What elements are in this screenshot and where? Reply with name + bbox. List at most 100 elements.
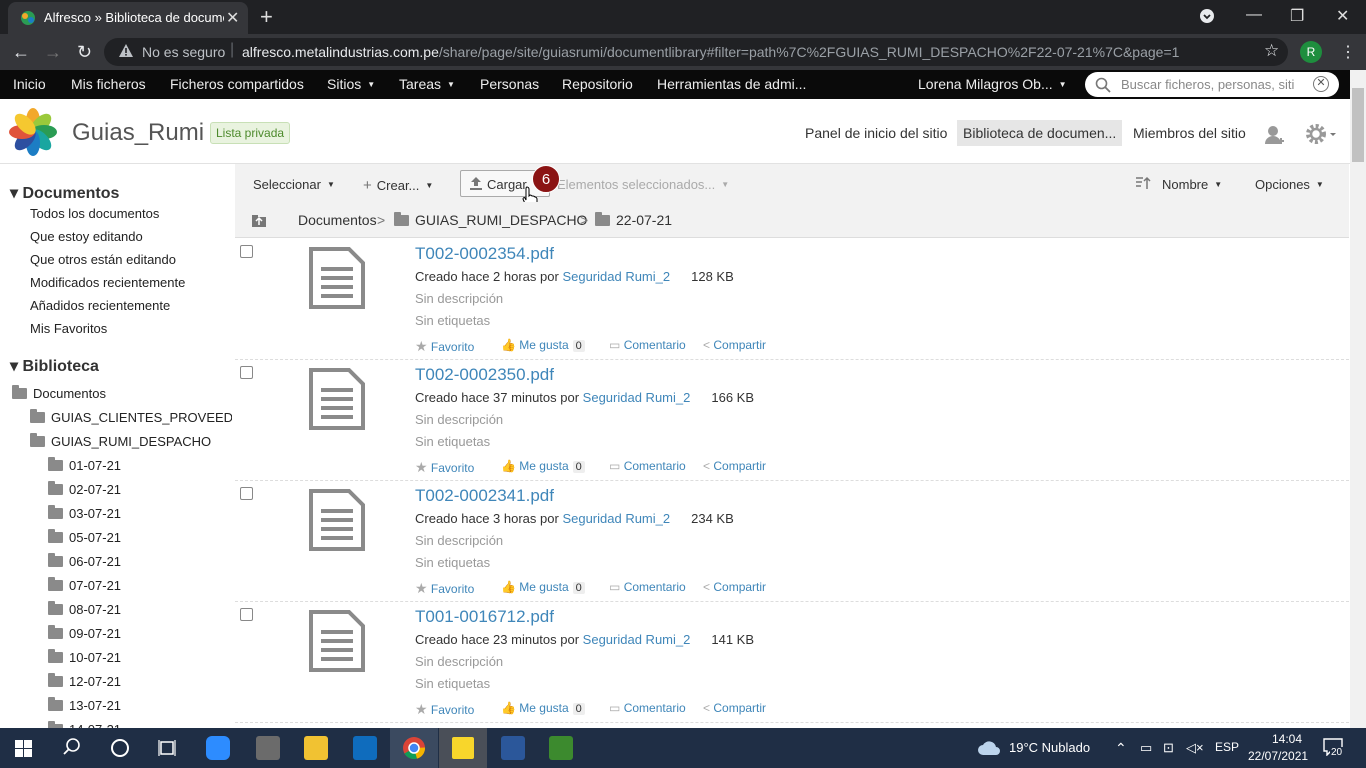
document-row[interactable]: T001-0016712.pdf Creado hace 23 minutos …: [235, 602, 1349, 723]
tree-folder[interactable]: 12-07-21: [48, 673, 121, 689]
folder-up-icon[interactable]: [251, 212, 267, 228]
restore-icon[interactable]: ❐: [1290, 6, 1304, 26]
reload-icon[interactable]: ↻: [77, 42, 92, 63]
documents-filter-header[interactable]: ▾ Documentos: [10, 183, 119, 203]
cortana-icon[interactable]: [110, 738, 130, 758]
create-menu[interactable]: + Crear... ▼: [363, 177, 433, 194]
tree-folder[interactable]: 08-07-21: [48, 601, 121, 617]
tree-folder[interactable]: GUIAS_RUMI_DESPACHO: [30, 433, 211, 449]
tree-folder[interactable]: 02-07-21: [48, 481, 121, 497]
row-checkbox[interactable]: [240, 487, 253, 500]
zoom-app-icon[interactable]: [206, 736, 230, 760]
volume-muted-icon[interactable]: ◁×: [1186, 740, 1204, 756]
nav-ficheros-compartidos[interactable]: Ficheros compartidos: [170, 76, 304, 92]
row-checkbox[interactable]: [240, 245, 253, 258]
word-icon[interactable]: [501, 736, 525, 760]
clear-search-icon[interactable]: ✕: [1313, 76, 1329, 92]
nav-repositorio[interactable]: Repositorio: [562, 76, 633, 92]
document-row[interactable]: T002-0002350.pdf Creado hace 37 minutos …: [235, 360, 1349, 481]
share-action[interactable]: < Compartir: [703, 338, 766, 352]
forward-icon[interactable]: →: [44, 42, 62, 63]
filter-recently-modified[interactable]: Modificados recientemente: [30, 275, 185, 290]
author-link[interactable]: Seguridad Rumi_2: [562, 511, 670, 526]
row-checkbox[interactable]: [240, 366, 253, 379]
chrome-taskbar-active[interactable]: [390, 728, 438, 768]
app-icon[interactable]: [549, 736, 573, 760]
tools-app-icon[interactable]: [256, 736, 280, 760]
like-action[interactable]: 👍 Me gusta 0: [501, 580, 585, 594]
sort-field-menu[interactable]: Nombre ▼: [1162, 177, 1222, 192]
comment-action[interactable]: ▭ Comentario: [609, 459, 686, 473]
comment-action[interactable]: ▭ Comentario: [609, 701, 686, 715]
nav-personas[interactable]: Personas: [480, 76, 539, 92]
document-name-link[interactable]: T001-0016712.pdf: [415, 607, 554, 627]
filter-recently-added[interactable]: Añadidos recientemente: [30, 298, 170, 313]
tab-search-icon[interactable]: [1199, 8, 1215, 24]
like-action[interactable]: 👍 Me gusta 0: [501, 338, 585, 352]
global-search[interactable]: Buscar ficheros, personas, siti ✕: [1085, 72, 1339, 97]
nav-herramientas[interactable]: Herramientas de admi...: [657, 76, 806, 92]
tree-folder[interactable]: 10-07-21: [48, 649, 121, 665]
tree-folder[interactable]: 07-07-21: [48, 577, 121, 593]
weather-text[interactable]: 19°C Nublado: [1009, 740, 1090, 755]
nav-inicio[interactable]: Inicio: [13, 76, 46, 92]
document-row[interactable]: T002-0002341.pdf Creado hace 3 horas por…: [235, 481, 1349, 602]
like-action[interactable]: 👍 Me gusta 0: [501, 701, 585, 715]
scrollbar-thumb[interactable]: [1352, 88, 1364, 162]
minimize-icon[interactable]: —: [1246, 6, 1262, 24]
breadcrumb-item[interactable]: GUIAS_RUMI_DESPACHO: [394, 212, 587, 228]
breadcrumb-item[interactable]: Documentos: [298, 212, 377, 228]
select-menu[interactable]: Seleccionar ▼: [253, 177, 335, 192]
document-library-link[interactable]: Biblioteca de documen...: [957, 120, 1123, 146]
user-menu[interactable]: Lorena Milagros Ob... ▼: [918, 76, 1067, 92]
document-thumbnail-icon[interactable]: [309, 489, 365, 551]
tree-folder[interactable]: 05-07-21: [48, 529, 121, 545]
options-menu[interactable]: Opciones ▼: [1255, 177, 1324, 192]
document-name-link[interactable]: T002-0002350.pdf: [415, 365, 554, 385]
nav-sitios[interactable]: Sitios ▼: [327, 76, 375, 92]
alfresco-logo-icon[interactable]: [9, 108, 57, 156]
bookmark-star-icon[interactable]: ☆: [1264, 41, 1279, 61]
close-tab-icon[interactable]: ✕: [226, 8, 239, 28]
outlook-icon[interactable]: [353, 736, 377, 760]
sticky-notes-active[interactable]: [439, 728, 487, 768]
author-link[interactable]: Seguridad Rumi_2: [583, 390, 691, 405]
favorite-action[interactable]: ★ Favorito: [415, 580, 474, 597]
sort-direction-icon[interactable]: [1135, 176, 1151, 190]
battery-icon[interactable]: ▭: [1140, 740, 1152, 756]
library-header[interactable]: ▾ Biblioteca: [10, 356, 99, 376]
file-explorer-icon[interactable]: [304, 736, 328, 760]
network-icon[interactable]: ⊡: [1163, 740, 1174, 756]
row-checkbox[interactable]: [240, 608, 253, 621]
favorite-action[interactable]: ★ Favorito: [415, 338, 474, 355]
document-thumbnail-icon[interactable]: [309, 610, 365, 672]
browser-menu-icon[interactable]: ⋮: [1340, 42, 1356, 62]
nav-tareas[interactable]: Tareas ▼: [399, 76, 455, 92]
tree-folder[interactable]: 06-07-21: [48, 553, 121, 569]
tree-folder[interactable]: 03-07-21: [48, 505, 121, 521]
filter-editing-by-others[interactable]: Que otros están editando: [30, 252, 176, 267]
author-link[interactable]: Seguridad Rumi_2: [583, 632, 691, 647]
document-name-link[interactable]: T002-0002341.pdf: [415, 486, 554, 506]
profile-avatar[interactable]: R: [1300, 41, 1322, 63]
share-action[interactable]: < Compartir: [703, 459, 766, 473]
task-view-icon[interactable]: [158, 739, 176, 757]
tree-folder[interactable]: GUIAS_CLIENTES_PROVEEDORES: [30, 409, 232, 425]
site-dashboard-link[interactable]: Panel de inicio del sitio: [805, 125, 947, 141]
site-members-link[interactable]: Miembros del sitio: [1133, 125, 1246, 141]
search-taskbar-icon[interactable]: [63, 738, 81, 756]
document-thumbnail-icon[interactable]: [309, 247, 365, 309]
tree-folder[interactable]: 01-07-21: [48, 457, 121, 473]
language-indicator[interactable]: ESP: [1215, 740, 1239, 754]
close-window-icon[interactable]: ✕: [1336, 6, 1349, 26]
comment-action[interactable]: ▭ Comentario: [609, 338, 686, 352]
document-thumbnail-icon[interactable]: [309, 368, 365, 430]
page-scrollbar[interactable]: [1350, 70, 1366, 728]
clock-date[interactable]: 22/07/2021: [1248, 749, 1308, 763]
selected-items-menu[interactable]: Elementos seleccionados... ▼: [557, 177, 729, 192]
favorite-action[interactable]: ★ Favorito: [415, 459, 474, 476]
omnibox[interactable]: No es seguro | alfresco.metalindustrias.…: [104, 38, 1288, 66]
comment-action[interactable]: ▭ Comentario: [609, 580, 686, 594]
add-user-icon[interactable]: [1264, 124, 1286, 146]
favorite-action[interactable]: ★ Favorito: [415, 701, 474, 718]
